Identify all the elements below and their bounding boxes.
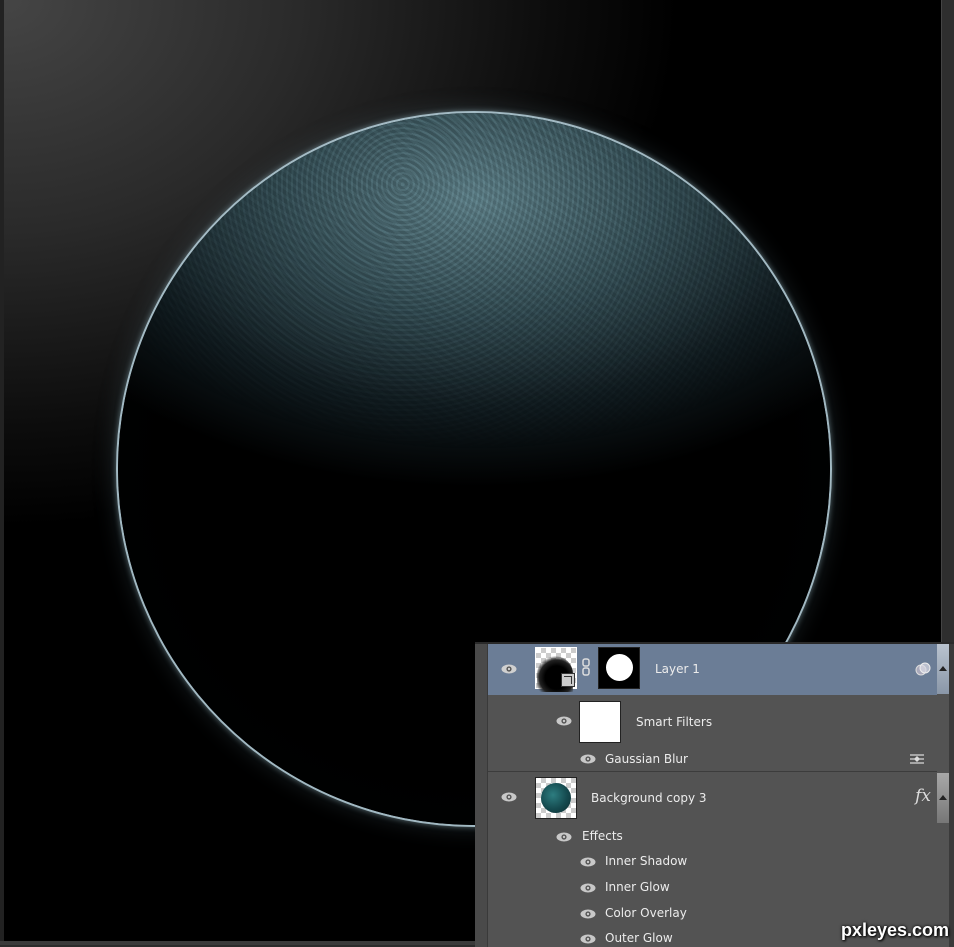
layer-name[interactable]: Background copy 3 [591,791,707,805]
layer-row-layer-1[interactable]: Layer 1 [488,644,937,695]
eye-icon[interactable] [580,909,596,919]
fx-icon[interactable]: fx [915,786,931,806]
eye-icon[interactable] [501,792,517,802]
effect-row-inner-glow[interactable]: Inner Glow [488,875,937,901]
smart-object-badge-icon [561,673,575,687]
filter-blending-options-icon[interactable] [909,753,925,765]
effects-row[interactable]: Effects [488,825,937,849]
effect-name[interactable]: Outer Glow [605,931,673,945]
smart-filters-row[interactable]: Smart Filters [488,696,937,748]
scroll-up-arrow-icon[interactable] [939,795,947,800]
filter-row-gaussian-blur[interactable]: Gaussian Blur [488,748,937,770]
layer-mask-thumbnail[interactable] [598,647,640,689]
smart-filter-mask-thumbnail[interactable] [579,701,621,743]
eye-icon[interactable] [580,754,596,764]
smart-object-thumbnail[interactable] [535,647,577,692]
circle-mask [606,654,633,681]
effects-label: Effects [582,829,623,843]
filter-name[interactable]: Gaussian Blur [605,752,688,766]
scroll-up-arrow-icon[interactable] [939,666,947,671]
effect-row-inner-shadow[interactable]: Inner Shadow [488,850,937,875]
layers-panel: Layer 1 Smart Filters Gaussian Blur Back… [475,642,954,947]
effect-name[interactable]: Inner Glow [605,880,670,894]
eye-icon[interactable] [501,664,517,674]
layer-row-background-copy-3[interactable]: Background copy 3 fx [488,772,937,824]
panel-scrollbar-track[interactable] [949,644,954,947]
eye-icon[interactable] [580,857,596,867]
smart-filters-label: Smart Filters [636,715,713,729]
effect-name[interactable]: Inner Shadow [605,854,687,868]
panel-gutter [475,644,488,947]
eye-icon[interactable] [556,832,572,842]
eye-icon[interactable] [556,716,572,726]
layer-name[interactable]: Layer 1 [655,662,700,676]
watermark: pxleyes.com [840,920,949,940]
link-chain-icon[interactable] [582,658,590,676]
blending-options-icon[interactable] [915,662,931,676]
effect-name[interactable]: Color Overlay [605,906,687,920]
eye-icon[interactable] [580,934,596,944]
eye-icon[interactable] [580,883,596,893]
planet-texture-thumbnail[interactable] [535,777,577,819]
canvas-border [0,0,4,945]
